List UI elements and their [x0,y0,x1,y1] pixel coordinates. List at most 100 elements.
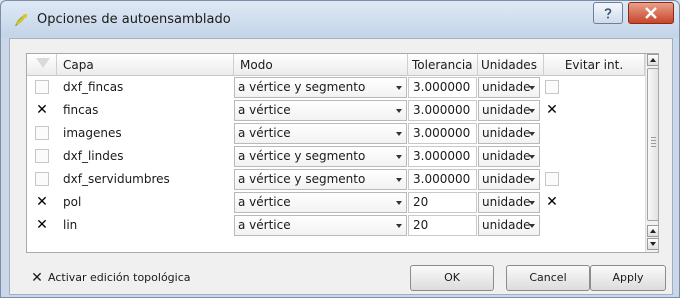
units-select[interactable]: unidade [478,123,540,144]
chevron-down-icon [526,193,538,212]
tolerance-input[interactable]: 3.000000 [408,146,477,167]
units-value: unidade [482,80,531,94]
mode-select[interactable]: a vértice y segmento [234,146,407,167]
units-select[interactable]: unidade [478,77,540,98]
chevron-down-icon [393,147,405,166]
units-value: unidade [482,195,531,209]
layer-name: dxf_lindes [63,149,124,163]
units-value: unidade [482,149,531,163]
mode-select[interactable]: a vértice [234,100,407,121]
header-capa[interactable]: Capa [57,54,234,76]
row-checkbox[interactable]: ✕ [35,218,49,232]
header-modo[interactable]: Modo [234,54,408,76]
units-select[interactable]: unidade [478,169,540,190]
chevron-down-icon [393,124,405,143]
header-tolerancia[interactable]: Tolerancia [408,54,478,76]
header-evitar[interactable]: Evitar int. [544,54,645,76]
mode-value: a vértice y segmento [238,172,366,186]
topology-label: Activar edición topológica [48,271,191,284]
avoid-intersections-checkbox[interactable]: ✕ [545,103,559,117]
layer-name: dxf_fincas [63,80,124,94]
units-select[interactable]: unidade [478,215,540,236]
table-row[interactable]: imagenes a vértice 3.000000 unidade [27,122,645,145]
ok-button[interactable]: OK [410,265,494,291]
row-checkbox[interactable]: ✕ [35,103,49,117]
chevron-down-icon [526,147,538,166]
chevron-down-icon [526,124,538,143]
row-checkbox[interactable]: ✕ [35,195,49,209]
layer-name: fincas [63,103,99,117]
chevron-down-icon [393,216,405,235]
tolerance-input[interactable]: 3.000000 [408,169,477,190]
mode-select[interactable]: a vértice y segmento [234,77,407,98]
avoid-intersections-checkbox[interactable]: ✕ [545,195,559,209]
chevron-down-icon [393,170,405,189]
chevron-down-icon [526,101,538,120]
dialog-body: Capa Modo Tolerancia Unidades Evitar int… [9,38,673,295]
close-button[interactable] [628,2,674,24]
row-checkbox[interactable] [35,80,49,94]
units-value: unidade [482,103,531,117]
header-unidades[interactable]: Unidades [478,54,544,76]
units-select[interactable]: unidade [478,146,540,167]
chevron-down-icon [393,193,405,212]
layer-name: lin [63,218,78,232]
scroll-page-up-button[interactable] [647,225,658,237]
mode-select[interactable]: a vértice [234,215,407,236]
layer-name: imagenes [63,126,122,140]
qgis-icon [15,14,27,26]
mode-select[interactable]: a vértice [234,192,407,213]
table-header: Capa Modo Tolerancia Unidades Evitar int… [27,54,645,76]
window-title: Opciones de autoensamblado [37,12,231,27]
mode-select[interactable]: a vértice y segmento [234,169,407,190]
close-icon [645,7,657,19]
title-bar: Opciones de autoensamblado [1,1,679,37]
table-row[interactable]: ✕ pol a vértice 20 unidade ✕ [27,191,645,214]
topology-checkbox[interactable]: ✕ [30,271,44,285]
scroll-down-button[interactable] [647,238,658,250]
chevron-down-icon [393,101,405,120]
tolerance-input[interactable]: 20 [408,192,477,213]
units-value: unidade [482,126,531,140]
mode-value: a vértice [238,126,291,140]
avoid-intersections-checkbox[interactable] [545,172,559,186]
chevron-down-icon [526,78,538,97]
row-checkbox[interactable] [35,126,49,140]
layer-name: pol [63,195,82,209]
row-checkbox[interactable] [35,172,49,186]
chevron-down-icon [526,216,538,235]
tolerance-input[interactable]: 3.000000 [408,100,477,121]
units-value: unidade [482,172,531,186]
units-select[interactable]: unidade [478,100,540,121]
table-row[interactable]: ✕ lin a vértice 20 unidade [27,214,645,237]
scroll-thumb[interactable] [647,68,658,221]
tolerance-input[interactable]: 3.000000 [408,123,477,144]
chevron-down-icon [393,78,405,97]
vertical-scrollbar[interactable] [645,54,658,252]
help-button[interactable] [593,2,623,24]
tolerance-input[interactable]: 3.000000 [408,77,477,98]
tolerance-input[interactable]: 20 [408,215,477,236]
mode-select[interactable]: a vértice [234,123,407,144]
layer-name: dxf_servidumbres [63,172,170,186]
table-row[interactable]: dxf_fincas a vértice y segmento 3.000000 un… [27,76,645,99]
units-select[interactable]: unidade [478,192,540,213]
avoid-intersections-checkbox[interactable] [545,80,559,94]
dialog-window: Opciones de autoensamblado Capa Modo Tol… [0,0,680,298]
table-row[interactable]: dxf_lindes a vértice y segmento 3.000000 un… [27,145,645,168]
scroll-up-button[interactable] [647,54,658,66]
layers-table: Capa Modo Tolerancia Unidades Evitar int… [26,53,659,253]
mode-value: a vértice [238,195,291,209]
table-row[interactable]: dxf_servidumbres a vértice y segmento 3.00… [27,168,645,191]
mode-value: a vértice y segmento [238,149,366,163]
help-icon [604,8,612,19]
mode-value: a vértice [238,218,291,232]
apply-button[interactable]: Apply [590,265,666,291]
chevron-down-icon [526,170,538,189]
mode-value: a vértice y segmento [238,80,366,94]
row-checkbox[interactable] [35,149,49,163]
cancel-button[interactable]: Cancel [506,265,590,291]
units-value: unidade [482,218,531,232]
select-all-corner[interactable] [27,54,57,76]
table-row[interactable]: ✕ fincas a vértice 3.000000 unidade ✕ [27,99,645,122]
